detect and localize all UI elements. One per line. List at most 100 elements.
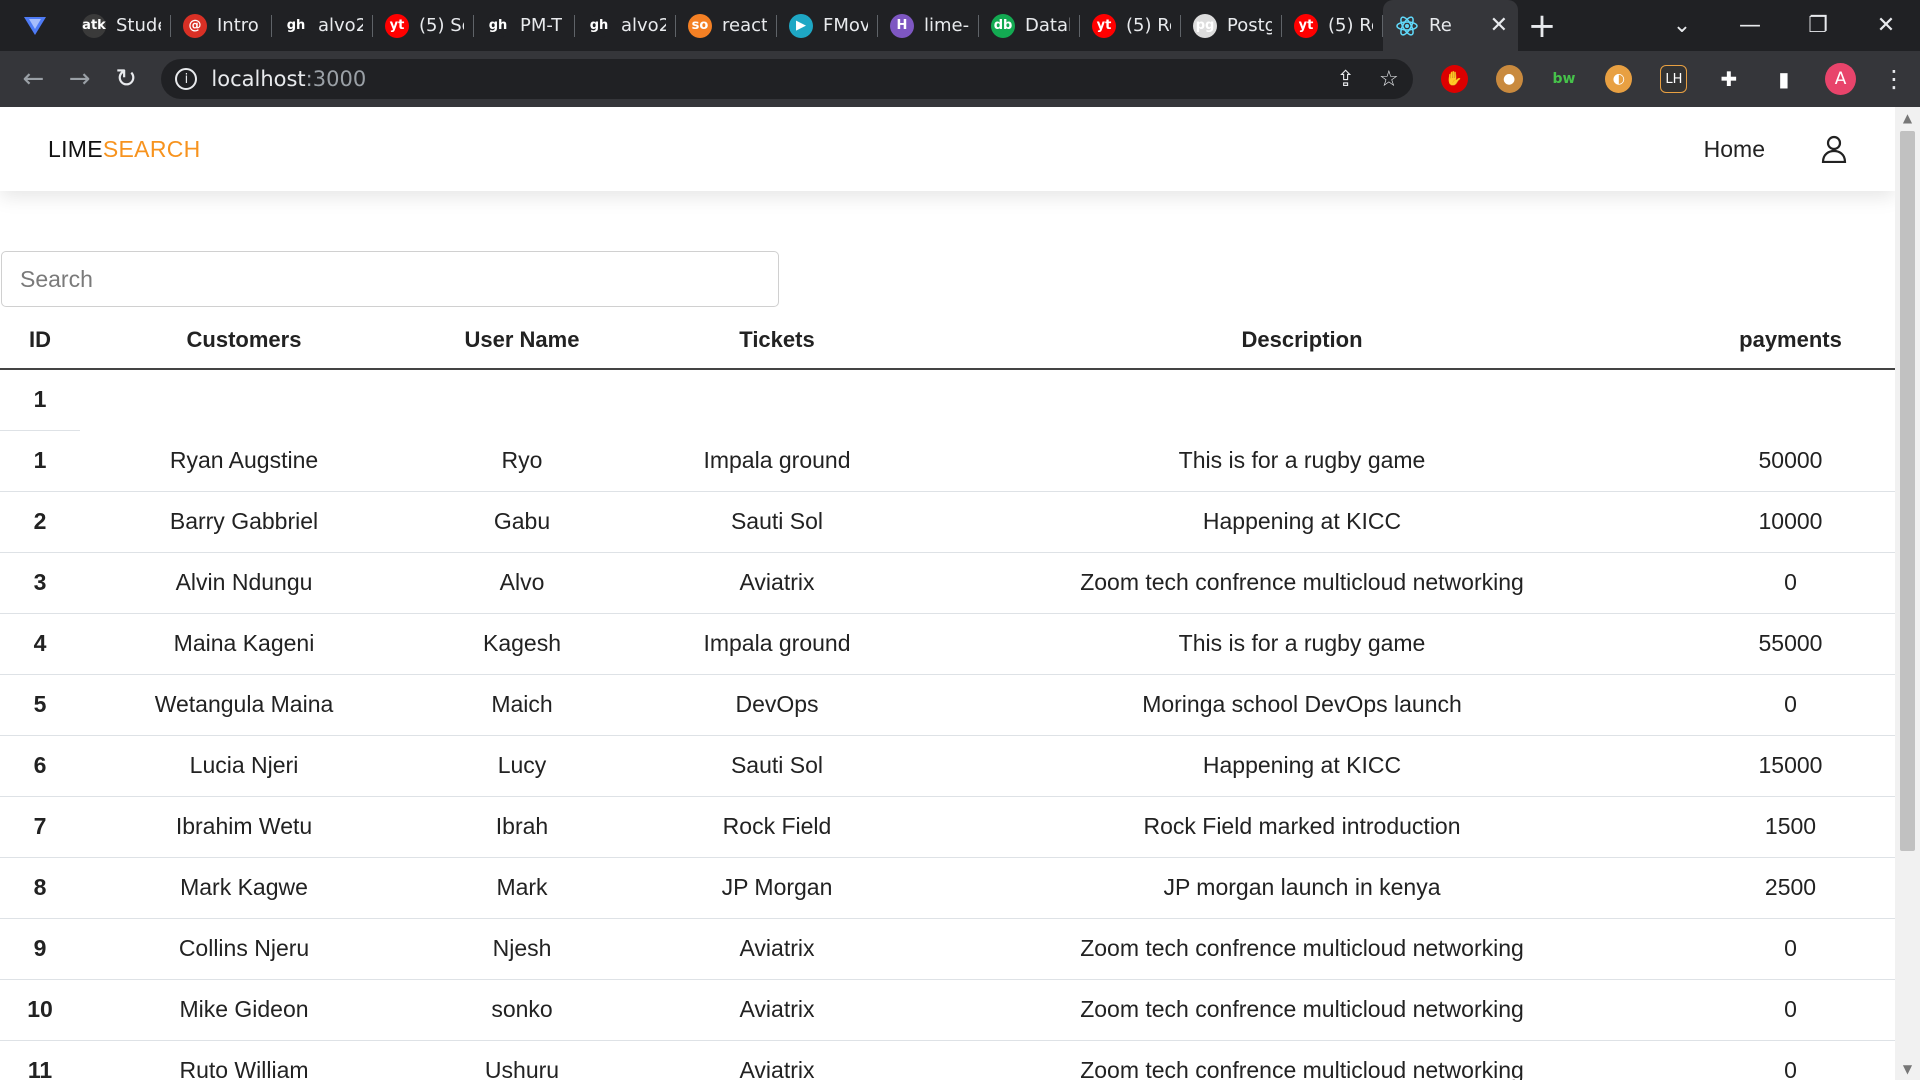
table-row: 4 Maina Kageni Kagesh Impala ground This is …: [0, 613, 1895, 675]
table-row: 8 Mark Kagwe Mark JP Morgan JP morgan launch…: [0, 857, 1895, 919]
table-row: 1 Ryan Augstine Ryo Impala ground This is fo…: [0, 430, 1895, 492]
table-row-orphan: 1: [0, 369, 1895, 431]
scroll-down-arrow-icon[interactable]: ▼: [1895, 1062, 1920, 1076]
browser-tab[interactable]: gh alvo2: [272, 0, 373, 51]
user-name-cell: Njesh: [408, 918, 636, 980]
close-tab-icon[interactable]: ✕: [1490, 13, 1508, 38]
browser-tab[interactable]: Hlime-: [878, 0, 979, 51]
extensions-puzzle-icon[interactable]: ✚: [1715, 65, 1742, 93]
forward-button[interactable]: →: [60, 59, 98, 99]
cookie-extension-icon[interactable]: ●: [1495, 65, 1523, 93]
table-row: 2 Barry Gabbriel Gabu Sauti Sol Happening at…: [0, 491, 1895, 553]
customer-cell: Ruto William: [80, 1040, 408, 1080]
adblock-extension-icon[interactable]: ✋: [1440, 65, 1468, 93]
payment-cell: 0: [1686, 918, 1895, 980]
table-row: 3 Alvin Ndungu Alvo Aviatrix Zoom tech confr…: [0, 552, 1895, 614]
cookie-editor-extension-icon[interactable]: ◐: [1605, 65, 1633, 93]
user-name-cell: Ibrah: [408, 796, 636, 858]
share-icon[interactable]: ⇪: [1337, 67, 1355, 92]
tab-label: PM-T: [520, 15, 563, 36]
search-input[interactable]: [1, 251, 779, 307]
orphan-id-cell: 1: [0, 369, 80, 431]
browser-tab[interactable]: db Datal: [979, 0, 1080, 51]
tab-list-chevron-icon[interactable]: ⌄: [1648, 0, 1716, 51]
payment-cell: 55000: [1686, 613, 1895, 675]
scrollbar-thumb[interactable]: [1900, 131, 1915, 851]
customer-cell: Maina Kageni: [80, 613, 408, 675]
header-user-name[interactable]: User Name: [408, 311, 636, 370]
description-cell: Rock Field marked introduction: [918, 796, 1686, 858]
user-icon[interactable]: [1821, 135, 1847, 163]
page-scrollbar[interactable]: ▲ ▼: [1895, 107, 1920, 1080]
browser-tab[interactable]: @ Intro: [171, 0, 272, 51]
profile-avatar[interactable]: A: [1825, 63, 1856, 95]
back-button[interactable]: ←: [14, 59, 52, 99]
description-cell: This is for a rugby game: [918, 430, 1686, 492]
id-cell: 7: [0, 796, 80, 858]
customer-cell: Mike Gideon: [80, 979, 408, 1041]
browser-tab[interactable]: atk Stude: [70, 0, 171, 51]
payment-cell: 0: [1686, 1040, 1895, 1080]
address-bar[interactable]: i localhost:3000 ⇪ ☆: [161, 59, 1413, 99]
bw-extension-icon[interactable]: bw: [1551, 65, 1578, 93]
bookmark-star-icon[interactable]: ☆: [1379, 67, 1399, 92]
customer-cell: Wetangula Maina: [80, 674, 408, 736]
brand-logo[interactable]: LIMESEARCH: [48, 136, 201, 163]
browser-tab[interactable]: so reactj: [676, 0, 777, 51]
id-cell: 9: [0, 918, 80, 980]
new-tab-button[interactable]: +: [1518, 0, 1566, 51]
header-description[interactable]: Description: [918, 311, 1686, 370]
id-cell: 1: [0, 430, 80, 492]
id-cell: 5: [0, 674, 80, 736]
browser-tab[interactable]: ▶ FMov: [777, 0, 878, 51]
header-tickets[interactable]: Tickets: [636, 311, 918, 370]
id-cell: 6: [0, 735, 80, 797]
tab-active[interactable]: Re ✕: [1383, 0, 1518, 51]
browser-tab[interactable]: gh PM-T: [474, 0, 575, 51]
nav-home-link[interactable]: Home: [1704, 136, 1765, 163]
ticket-cell: Rock Field: [636, 796, 918, 858]
tab-favicon-icon: @: [183, 13, 207, 38]
tab-favicon-icon: gh: [486, 13, 510, 38]
ticket-cell: Sauti Sol: [636, 735, 918, 797]
reload-button[interactable]: ↻: [107, 59, 145, 99]
restore-button[interactable]: ❐: [1784, 0, 1852, 51]
tab-search-icon[interactable]: [0, 0, 70, 51]
payment-cell: 1500: [1686, 796, 1895, 858]
browser-tab-strip: atkStude@Introghalvo2yt(5) SeghPM-Tghalv…: [0, 0, 1920, 51]
site-info-icon[interactable]: i: [175, 68, 198, 90]
browser-menu-icon[interactable]: ⋮: [1882, 65, 1906, 93]
payment-cell: 0: [1686, 674, 1895, 736]
header-payments[interactable]: payments: [1686, 311, 1895, 370]
description-cell: Happening at KICC: [918, 735, 1686, 797]
browser-tab[interactable]: gh alvo2: [575, 0, 676, 51]
id-cell: 11: [0, 1040, 80, 1080]
tab-label: reactj: [722, 15, 767, 36]
ticket-cell: Aviatrix: [636, 979, 918, 1041]
header-id[interactable]: ID: [0, 311, 80, 370]
user-name-cell: Ushuru: [408, 1040, 636, 1080]
browser-tab[interactable]: pg Postg: [1181, 0, 1282, 51]
tab-label: (5) Re: [1328, 15, 1373, 36]
browser-tab[interactable]: yt (5) Re: [1080, 0, 1181, 51]
brand-lime: LIME: [48, 135, 103, 162]
close-window-button[interactable]: ✕: [1852, 0, 1920, 51]
payment-cell: 10000: [1686, 491, 1895, 553]
side-panel-icon[interactable]: ▮: [1770, 65, 1797, 93]
page-viewport: LIMESEARCH Home ID Customers User Name T…: [0, 107, 1895, 1080]
payment-cell: 50000: [1686, 430, 1895, 492]
user-name-cell: Lucy: [408, 735, 636, 797]
table-row: 7 Ibrahim Wetu Ibrah Rock Field Rock Field m…: [0, 796, 1895, 858]
header-customers[interactable]: Customers: [80, 311, 408, 370]
browser-tab[interactable]: yt (5) Se: [373, 0, 474, 51]
tab-favicon-icon: atk: [82, 13, 106, 38]
id-cell: 8: [0, 857, 80, 919]
id-cell: 3: [0, 552, 80, 614]
scroll-up-arrow-icon[interactable]: ▲: [1895, 111, 1920, 125]
browser-tab[interactable]: yt (5) Re: [1282, 0, 1383, 51]
description-cell: Zoom tech confrence multicloud networkin…: [918, 979, 1686, 1041]
payment-cell: 15000: [1686, 735, 1895, 797]
lighthouse-extension-icon[interactable]: LH: [1660, 65, 1688, 93]
user-name-cell: sonko: [408, 979, 636, 1041]
minimize-button[interactable]: —: [1716, 0, 1784, 51]
